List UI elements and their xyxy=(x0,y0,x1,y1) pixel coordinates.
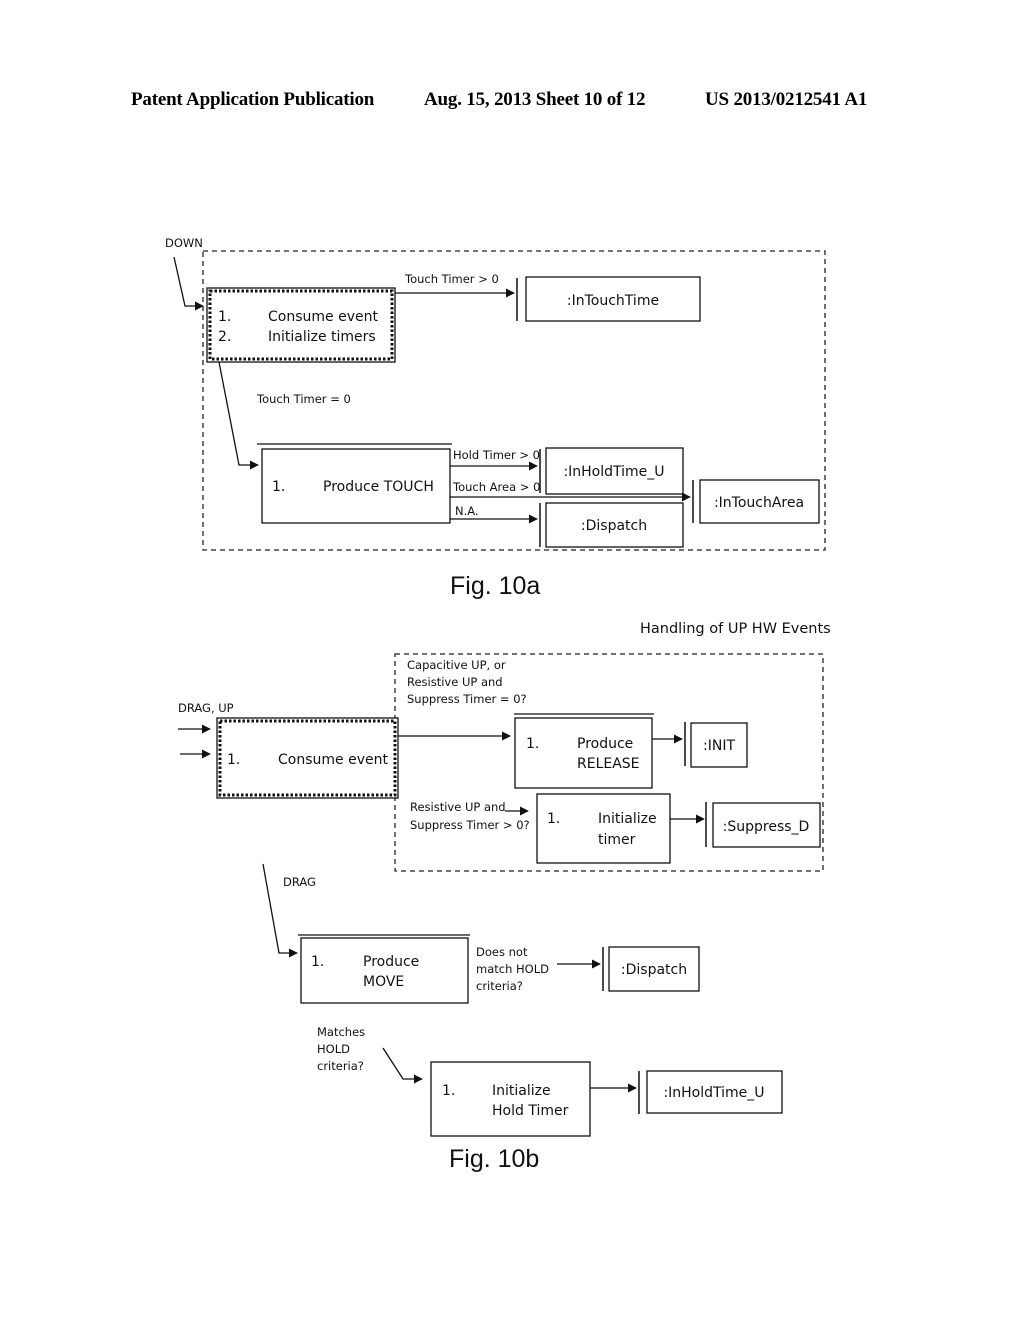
produce-release-line-2: RELEASE xyxy=(577,756,640,772)
cond-no-hold-line-1: Does not xyxy=(476,945,528,959)
state-in-hold-time-u-10b: :InHoldTime_U xyxy=(646,1070,783,1114)
produce-release-box: 1. Produce RELEASE xyxy=(514,717,653,789)
produce-move-box: 1. Produce MOVE xyxy=(300,937,469,1004)
state-init-label: :INIT xyxy=(703,738,735,754)
hold-timer-gt0-label: Hold Timer > 0 xyxy=(453,448,540,462)
drag-label: DRAG xyxy=(283,875,316,889)
touch-area-gt0-label: Touch Area > 0 xyxy=(452,480,540,494)
produce-release-line-1: Produce xyxy=(577,736,633,752)
fig-10b-caption: Fig. 10b xyxy=(449,1145,539,1173)
init-hold-timer-num: 1. xyxy=(442,1083,455,1099)
touch-timer-gt0-label: Touch Timer > 0 xyxy=(404,272,499,286)
consume-step-1-text: Consume event xyxy=(268,309,378,325)
down-event-label: DOWN xyxy=(165,236,203,250)
consume-event-box-10b: 1. Consume event xyxy=(216,717,399,799)
initialize-timer-box: 1. Initialize timer xyxy=(536,793,671,864)
hold-arrow xyxy=(382,1047,423,1084)
init-timer-num: 1. xyxy=(547,811,560,827)
state-in-touch-time: :InTouchTime xyxy=(525,276,701,322)
produce-touch-num: 1. xyxy=(272,479,285,495)
fig10b-title: Handling of UP HW Events xyxy=(640,621,831,637)
cond-hold-line-3: criteria? xyxy=(317,1059,364,1073)
cond-suppress-line-1: Resistive UP and xyxy=(410,800,506,814)
cond-release-line-2: Resistive UP and xyxy=(407,675,503,689)
touch-timer-eq0-label: Touch Timer = 0 xyxy=(256,392,351,406)
state-dispatch: :Dispatch xyxy=(545,502,684,548)
produce-move-line-1: Produce xyxy=(363,954,419,970)
consume-step-2-num: 2. xyxy=(218,329,231,345)
state-diagram: DOWN 1. Consume event 2. Initialize time… xyxy=(165,236,831,1173)
cond-hold-line-2: HOLD xyxy=(317,1042,350,1056)
init-hold-timer-line-2: Hold Timer xyxy=(492,1103,569,1119)
state-in-touch-time-label: :InTouchTime xyxy=(567,293,659,309)
consume-10b-num: 1. xyxy=(227,752,240,768)
state-in-touch-area: :InTouchArea xyxy=(699,479,820,524)
cond-no-hold-line-3: criteria? xyxy=(476,979,523,993)
state-dispatch-10b-label: :Dispatch xyxy=(621,962,687,978)
fig-10a: DOWN 1. Consume event 2. Initialize time… xyxy=(165,236,826,600)
state-suppress-d-label: :Suppress_D xyxy=(723,819,810,835)
consume-event-box: 1. Consume event 2. Initialize timers xyxy=(206,287,396,363)
consume-step-1-num: 1. xyxy=(218,309,231,325)
fig-10b: Handling of UP HW Events Capacitive UP, … xyxy=(178,621,831,1173)
produce-touch-box: 1. Produce TOUCH xyxy=(261,448,451,524)
produce-release-num: 1. xyxy=(526,736,539,752)
state-in-hold-time-u-10b-label: :InHoldTime_U xyxy=(663,1085,764,1101)
state-in-hold-time-u: :InHoldTime_U xyxy=(545,447,684,495)
produce-move-line-2: MOVE xyxy=(363,974,404,990)
fig-10a-caption: Fig. 10a xyxy=(450,572,540,600)
consume-10b-text: Consume event xyxy=(278,752,388,768)
produce-touch-text: Produce TOUCH xyxy=(323,479,434,495)
patent-sheet: Patent Application Publication Aug. 15, … xyxy=(0,0,1024,1320)
init-hold-timer-line-1: Initialize xyxy=(492,1083,551,1099)
state-in-touch-area-label: :InTouchArea xyxy=(714,495,804,511)
init-timer-line-1: Initialize xyxy=(598,811,657,827)
state-dispatch-10b: :Dispatch xyxy=(608,946,700,992)
produce-move-num: 1. xyxy=(311,954,324,970)
cond-release-line-3: Suppress Timer = 0? xyxy=(407,692,527,706)
state-init: :INIT xyxy=(690,722,748,768)
cond-suppress-line-2: Suppress Timer > 0? xyxy=(410,818,530,832)
init-timer-line-2: timer xyxy=(598,832,636,848)
na-label: N.A. xyxy=(455,504,479,518)
cond-no-hold-line-2: match HOLD xyxy=(476,962,549,976)
consume-step-2-text: Initialize timers xyxy=(268,329,376,345)
cond-release-line-1: Capacitive UP, or xyxy=(407,658,506,672)
initialize-hold-timer-box: 1. Initialize Hold Timer xyxy=(430,1061,591,1137)
cond-hold-line-1: Matches xyxy=(317,1025,365,1039)
down-entry-arrow xyxy=(173,256,204,311)
drag-up-event-label: DRAG, UP xyxy=(178,701,234,715)
state-dispatch-label: :Dispatch xyxy=(581,518,647,534)
touch-timer-eq0-arrow xyxy=(218,361,259,470)
state-in-hold-time-u-label: :InHoldTime_U xyxy=(563,464,664,480)
state-suppress-d: :Suppress_D xyxy=(712,802,821,848)
